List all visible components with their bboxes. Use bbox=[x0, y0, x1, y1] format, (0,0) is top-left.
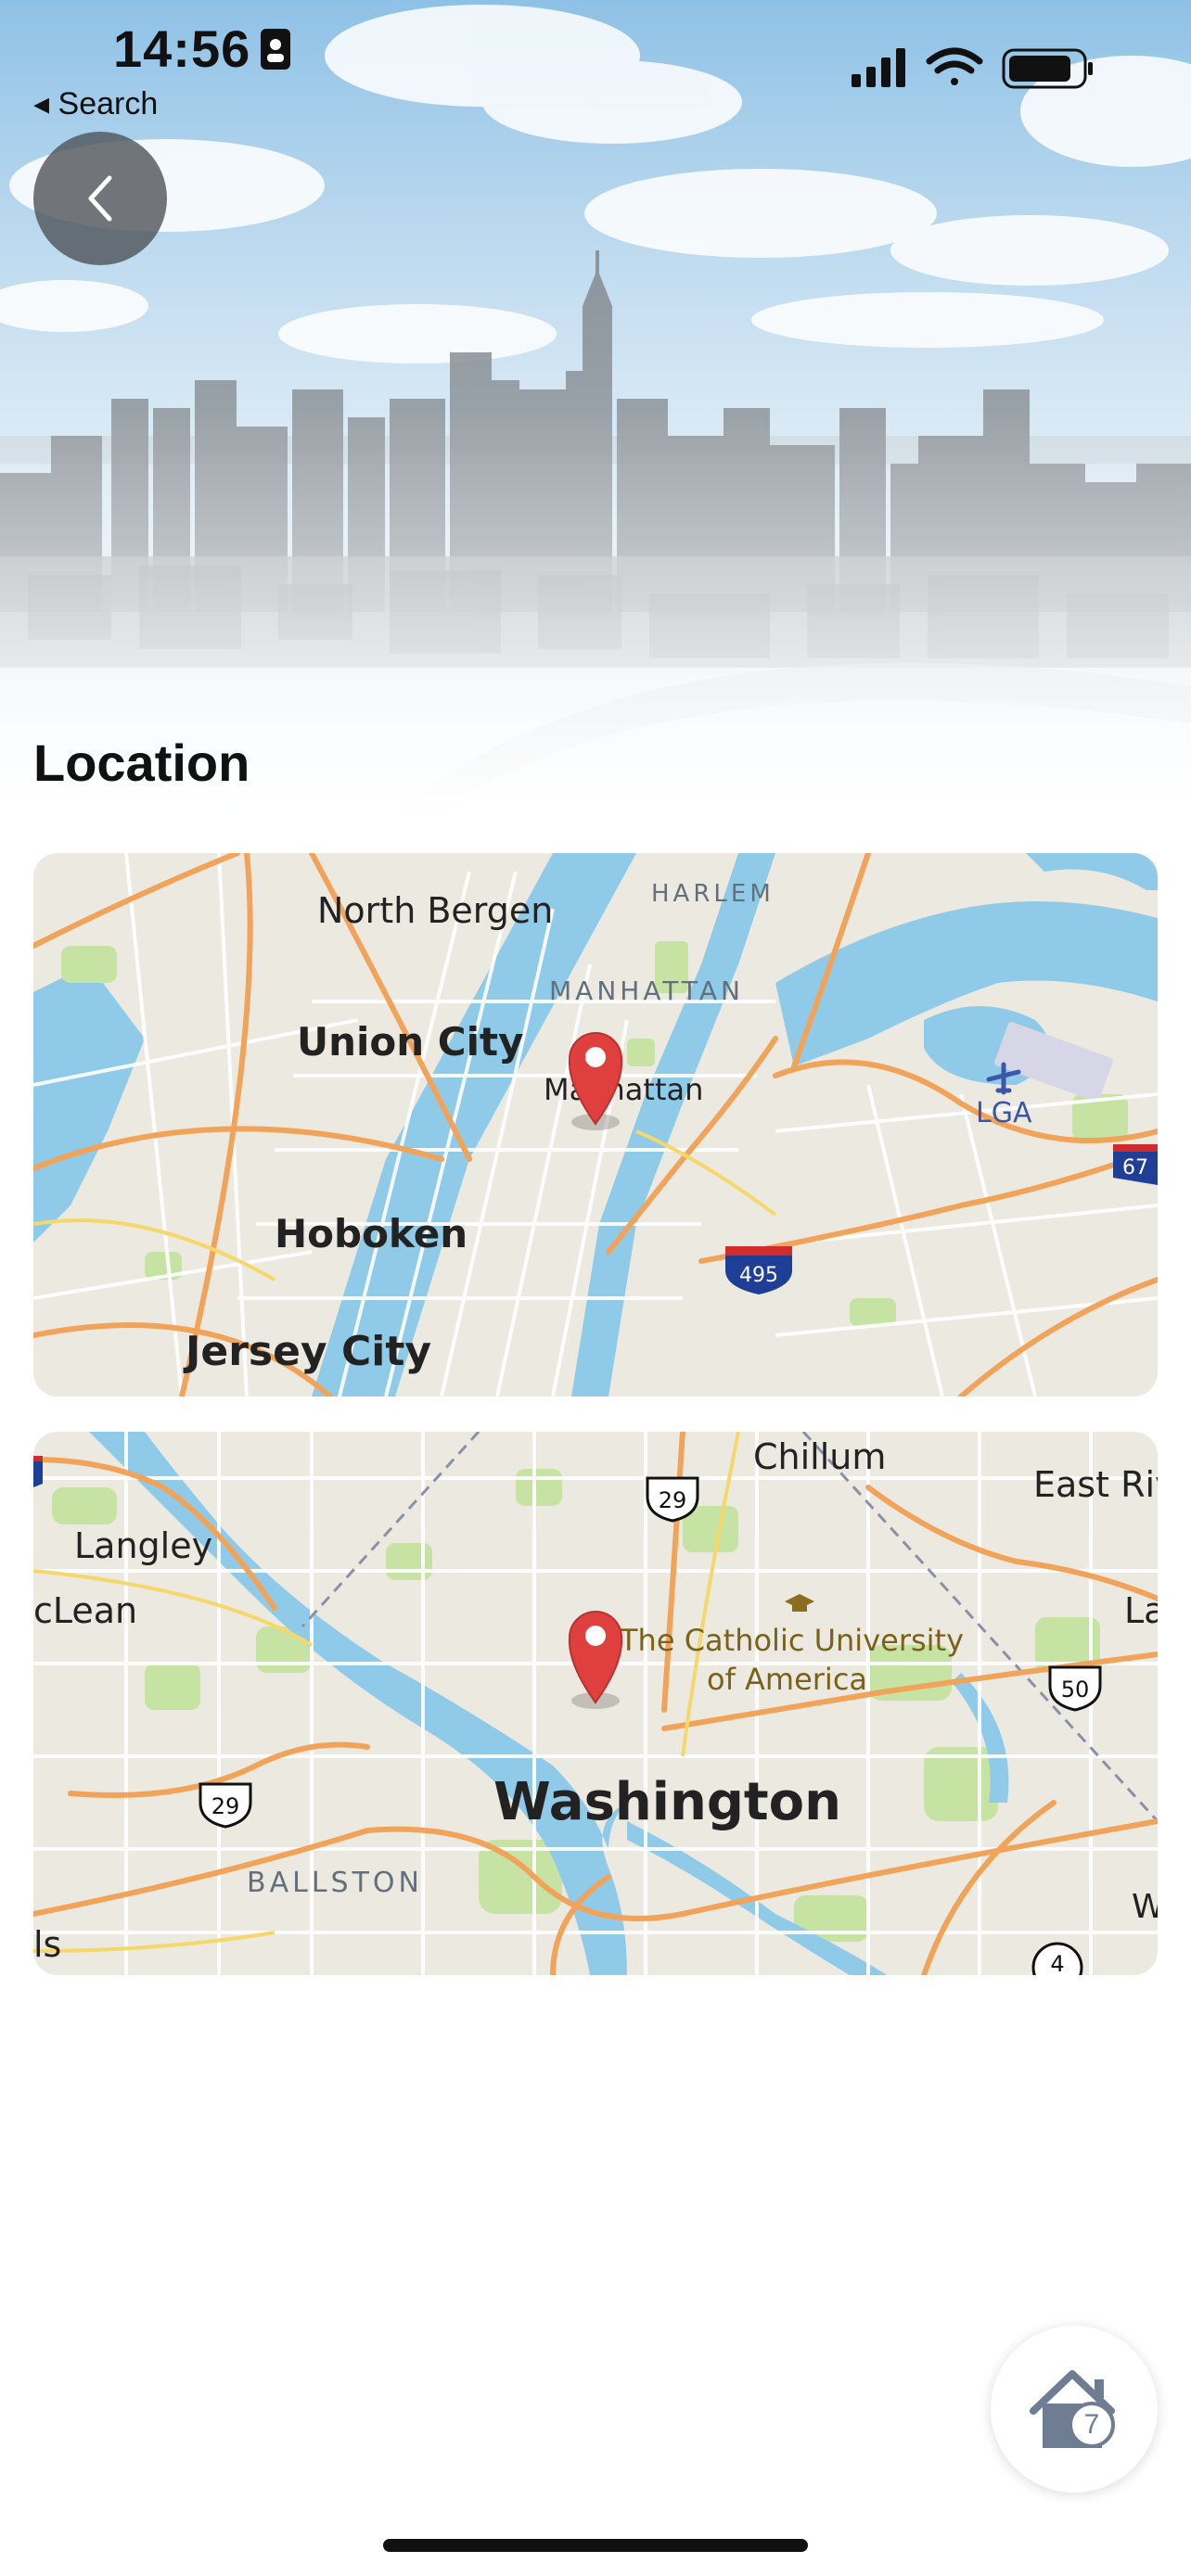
svg-text:495: 495 bbox=[739, 1264, 778, 1287]
map-card-manhattan[interactable]: North Bergen HARLEM MANHATTAN Union City… bbox=[33, 853, 1158, 1396]
map-label-jersey-city: Jersey City bbox=[183, 1328, 431, 1375]
route-shield-29-south: 29 bbox=[198, 1782, 252, 1829]
map-label-ballston: BALLSTON bbox=[247, 1867, 423, 1899]
map-label-washington: Washington bbox=[493, 1772, 841, 1832]
map-manhattan[interactable]: North Bergen HARLEM MANHATTAN Union City… bbox=[33, 853, 1158, 1396]
map-label-catholic-university-2: of America bbox=[707, 1662, 867, 1697]
map-label-ls: ls bbox=[33, 1924, 61, 1965]
map-label-la: La bbox=[1124, 1590, 1158, 1631]
svg-text:29: 29 bbox=[659, 1487, 687, 1513]
system-indicators bbox=[852, 47, 1093, 89]
home-indicator bbox=[383, 2539, 808, 2552]
map-label-manhattan-district: MANHATTAN bbox=[549, 976, 744, 1006]
back-to-app-link[interactable]: ◂ Search bbox=[33, 85, 158, 122]
map-label-langley: Langley bbox=[74, 1525, 212, 1566]
map-label-manhattan: Manhattan bbox=[544, 1072, 703, 1107]
interstate-shield-partial-left bbox=[33, 1456, 43, 1487]
home-count-button[interactable]: 7 bbox=[991, 2326, 1158, 2493]
section-title: Location bbox=[33, 733, 250, 792]
map-washington[interactable]: Chillum East Riv Langley cLean La The Ca… bbox=[33, 1432, 1158, 1975]
status-time: 14:56 bbox=[113, 19, 251, 78]
map-label-east-riv: East Riv bbox=[1033, 1464, 1158, 1505]
map-label-w: W bbox=[1132, 1888, 1158, 1926]
svg-text:29: 29 bbox=[211, 1793, 240, 1819]
wifi-icon bbox=[926, 47, 983, 85]
map-label-lga: LGA bbox=[976, 1097, 1032, 1129]
battery-icon bbox=[1002, 48, 1093, 89]
route-shield-50: 50 bbox=[1048, 1665, 1102, 1712]
map-label-chillum: Chillum bbox=[753, 1436, 886, 1477]
svg-text:4: 4 bbox=[1050, 1951, 1064, 1975]
route-shield-29-north: 29 bbox=[646, 1476, 699, 1523]
map-label-mclean: cLean bbox=[33, 1590, 137, 1631]
status-bar: 14:56 ◂ Search bbox=[0, 0, 1191, 130]
signal-bars-icon bbox=[852, 48, 905, 87]
id-badge-icon bbox=[261, 29, 290, 70]
svg-text:50: 50 bbox=[1061, 1677, 1090, 1702]
chevron-left-icon bbox=[88, 175, 112, 222]
map-card-washington[interactable]: Chillum East Riv Langley cLean La The Ca… bbox=[33, 1432, 1158, 1975]
svg-text:67: 67 bbox=[1122, 1156, 1148, 1180]
map-label-catholic-university-1: The Catholic University bbox=[619, 1623, 964, 1658]
back-button[interactable] bbox=[33, 132, 167, 265]
map-label-north-bergen: North Bergen bbox=[317, 890, 553, 931]
map-label-union-city: Union City bbox=[297, 1019, 523, 1065]
map-label-harlem: HARLEM bbox=[651, 880, 775, 908]
home-count-badge: 7 bbox=[1069, 2402, 1115, 2448]
map-label-hoboken: Hoboken bbox=[275, 1211, 467, 1256]
